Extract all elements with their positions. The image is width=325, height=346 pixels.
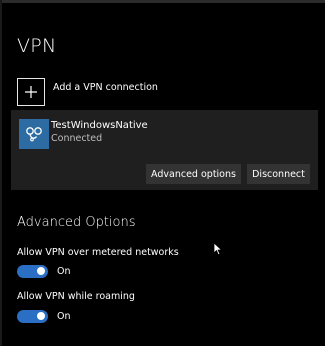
toggle-knob: [37, 312, 45, 320]
vpn-connection-icon: [19, 119, 49, 149]
connection-status: Connected: [51, 133, 103, 144]
connection-name: TestWindowsNative: [51, 120, 148, 131]
window-top-edge: [0, 0, 325, 3]
page-title: VPN: [17, 35, 57, 57]
window-left-edge: [0, 0, 2, 346]
add-vpn-connection-label: Add a VPN connection: [53, 81, 158, 93]
roaming-toggle-row: On: [17, 309, 71, 323]
roaming-label: Allow VPN while roaming: [17, 291, 135, 302]
metered-networks-state: On: [57, 265, 71, 277]
advanced-options-heading: Advanced Options: [17, 215, 136, 230]
disconnect-button[interactable]: Disconnect: [247, 164, 310, 184]
add-vpn-connection-button[interactable]: Add a VPN connection: [17, 77, 158, 107]
vpn-connection-card[interactable]: TestWindowsNative Connected Advanced opt…: [11, 110, 318, 190]
roaming-state: On: [57, 310, 71, 322]
plus-icon: [17, 78, 45, 106]
advanced-options-button[interactable]: Advanced options: [146, 164, 241, 184]
metered-networks-toggle[interactable]: [17, 264, 48, 278]
mouse-cursor-icon: [213, 242, 223, 256]
metered-networks-toggle-row: On: [17, 264, 71, 278]
metered-networks-label: Allow VPN over metered networks: [17, 247, 179, 258]
toggle-knob: [37, 267, 45, 275]
roaming-toggle[interactable]: [17, 309, 48, 323]
